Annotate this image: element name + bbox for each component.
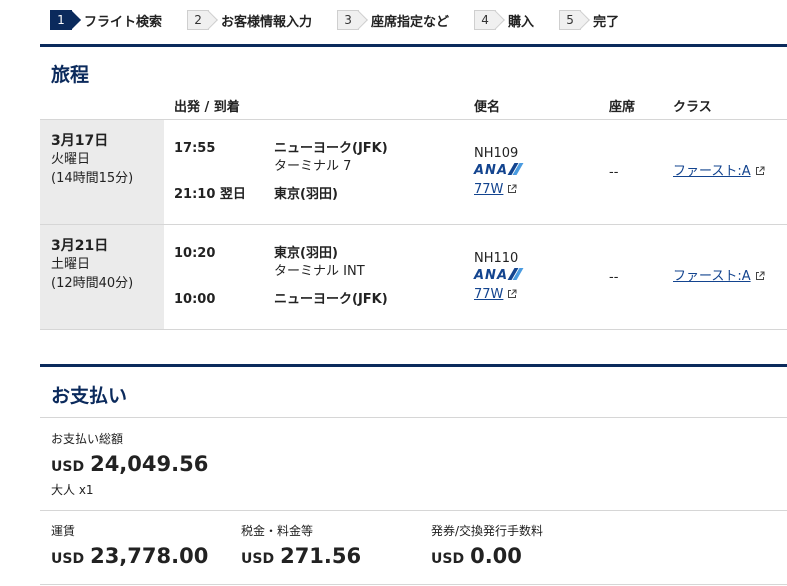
flight-number: NH110 (474, 251, 519, 266)
flight-number: NH109 (474, 146, 519, 161)
passenger-count: 大人 x1 (51, 483, 94, 497)
step-number: 2 (187, 10, 210, 30)
aircraft-link[interactable]: 77W (474, 181, 517, 199)
step-label: フライト検索 (84, 14, 163, 30)
step-complete: 5 完了 (559, 10, 619, 30)
departure-time: 17:55 (174, 141, 216, 156)
itinerary-title: 旅程 (51, 64, 90, 86)
segment-date: 3月17日 (51, 133, 109, 149)
currency: USD (431, 551, 465, 567)
ana-logo: ANA (474, 268, 524, 283)
fare-amount: USD 23,778.00 (51, 544, 208, 568)
amount-value: 23,778.00 (90, 544, 209, 568)
taxes-amount: USD 271.56 (241, 544, 361, 568)
step-number: 4 (474, 10, 497, 30)
arrival-time: 10:00 (174, 292, 216, 307)
departure-place: 東京(羽田) (274, 246, 338, 261)
step-label: 完了 (593, 14, 620, 30)
segment-weekday: 火曜日 (51, 152, 91, 167)
ana-logo: ANA (474, 163, 524, 178)
step-label: 購入 (508, 14, 535, 30)
ticketing-fee-label: 発券/交換発行手数料 (431, 524, 544, 538)
ana-stripes-icon (507, 163, 524, 175)
external-link-icon (755, 166, 765, 175)
step-flight-search: 1 フライト検索 (50, 10, 162, 30)
total-label: お支払い総額 (51, 432, 124, 446)
aircraft-link[interactable]: 77W (474, 286, 517, 304)
arrival-place: 東京(羽田) (274, 187, 338, 202)
departure-place: ニューヨーク(JFK) (274, 141, 388, 156)
header-dep-arr: 出発 / 到着 (174, 100, 240, 115)
arrival-time: 21:10 翌日 (174, 187, 246, 202)
external-link-icon (508, 289, 517, 298)
departure-terminal: ターミナル 7 (274, 159, 352, 174)
step-number: 5 (559, 10, 582, 30)
header-seat: 座席 (609, 100, 636, 115)
seat-value: -- (609, 165, 619, 180)
cabin-class-link[interactable]: ファースト:A (673, 163, 765, 181)
step-purchase: 4 購入 (474, 10, 534, 30)
header-class: クラス (673, 100, 712, 115)
segment-date: 3月21日 (51, 238, 109, 254)
departure-time: 10:20 (174, 246, 216, 261)
payment-title: お支払い (51, 385, 128, 407)
flight-segment: 3月17日 火曜日 (14時間15分) 17:55 ニューヨーク(JFK) ター… (40, 120, 787, 225)
amount-value: 0.00 (470, 544, 522, 568)
currency: USD (241, 551, 275, 567)
progress-stepper: 1 フライト検索 2 お客様情報入力 3 座席指定など 4 購入 5 完了 (50, 8, 644, 32)
currency: USD (51, 551, 85, 567)
segment-date-cell: 3月21日 土曜日 (12時間40分) (40, 225, 164, 329)
segment-duration: (12時間40分) (51, 276, 134, 291)
payment-divider (40, 510, 787, 511)
payment-bottom-divider (40, 584, 787, 585)
fare-label: 運賃 (51, 524, 76, 538)
payment-title-divider (40, 417, 787, 418)
taxes-label: 税金・料金等 (241, 524, 314, 538)
segment-date-cell: 3月17日 火曜日 (14時間15分) (40, 120, 164, 224)
section-divider (40, 364, 787, 367)
cabin-class-link[interactable]: ファースト:A (673, 268, 765, 286)
step-number: 3 (337, 10, 360, 30)
segment-duration: (14時間15分) (51, 171, 134, 186)
ticketing-fee-amount: USD 0.00 (431, 544, 522, 568)
step-label: 座席指定など (371, 14, 450, 30)
step-label: お客様情報入力 (221, 14, 313, 30)
departure-terminal: ターミナル INT (274, 264, 365, 279)
arrival-place: ニューヨーク(JFK) (274, 292, 388, 307)
amount-value: 24,049.56 (90, 452, 209, 476)
section-divider (40, 44, 787, 47)
amount-value: 271.56 (280, 544, 362, 568)
ana-stripes-icon (507, 268, 524, 280)
flight-segment: 3月21日 土曜日 (12時間40分) 10:20 東京(羽田) ターミナル I… (40, 225, 787, 330)
seat-value: -- (609, 270, 619, 285)
total-amount: USD 24,049.56 (51, 452, 208, 476)
step-seat-selection: 3 座席指定など (337, 10, 449, 30)
step-passenger-info: 2 お客様情報入力 (187, 10, 312, 30)
currency: USD (51, 459, 85, 475)
step-number: 1 (50, 10, 72, 30)
header-flight: 便名 (474, 100, 501, 115)
external-link-icon (755, 271, 765, 280)
external-link-icon (508, 184, 517, 193)
segment-weekday: 土曜日 (51, 257, 91, 272)
